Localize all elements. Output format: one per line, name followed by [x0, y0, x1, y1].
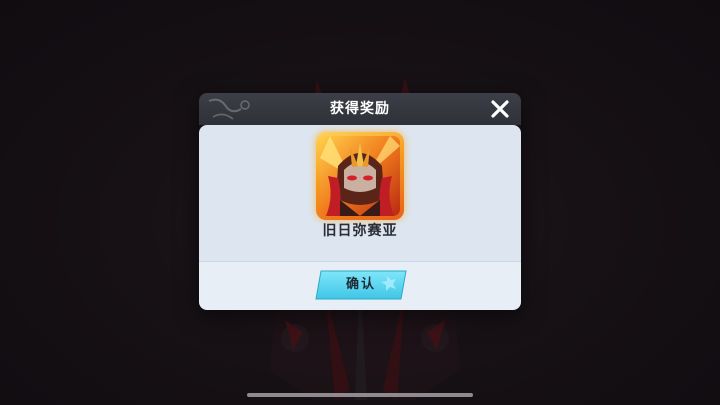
dialog-header: 获得奖励	[199, 93, 521, 125]
confirm-label: 确认	[345, 277, 376, 292]
close-icon	[491, 100, 509, 118]
game-screen: 获得奖励 旧日弥赛亚 确认	[0, 0, 720, 405]
confirm-button[interactable]: 确认	[315, 270, 407, 300]
close-button[interactable]	[489, 98, 511, 120]
reward-item-card[interactable]	[316, 132, 404, 220]
dialog-title: 获得奖励	[330, 101, 390, 117]
reward-character-portrait	[320, 136, 400, 216]
reward-name: 旧日弥赛亚	[322, 223, 398, 239]
home-indicator[interactable]	[247, 393, 473, 397]
